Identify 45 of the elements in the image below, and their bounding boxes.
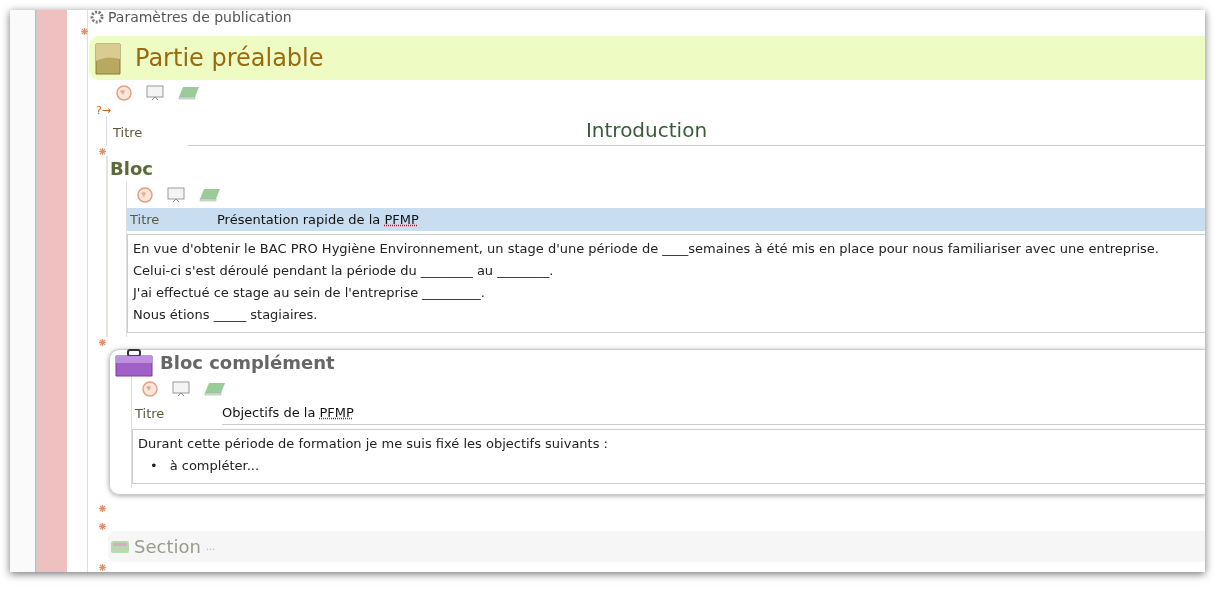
title-text: Objectifs de la bbox=[222, 405, 317, 420]
insert-marker-icon[interactable] bbox=[81, 27, 88, 35]
underlined-word: PFMP bbox=[384, 211, 419, 227]
folder-icon[interactable] bbox=[111, 540, 129, 553]
block-heading: Bloc bbox=[110, 157, 154, 181]
screen-icon[interactable] bbox=[167, 187, 185, 203]
title-text: Présentation rapide de la bbox=[217, 211, 382, 227]
gear-icon[interactable] bbox=[90, 10, 104, 24]
text-area[interactable]: Durant cette période de formation je me suis fixé les objectifs suivants : • à compléter... bbox=[132, 429, 1205, 484]
field-label: Titre bbox=[134, 406, 166, 421]
insert-marker-icon[interactable] bbox=[99, 338, 106, 346]
paragraph: En vue d'obtenir le BAC PRO Hygiène Environnement, un stage d'une période de ____semaines à été mis en place pour nous familiariser avec une entreprise. bbox=[133, 240, 1160, 258]
settings-link[interactable]: Paramètres de publication bbox=[108, 10, 292, 25]
insert-marker-icon[interactable] bbox=[99, 147, 106, 155]
paragraph: Nous étions _____ stagiaires. bbox=[133, 306, 319, 324]
insert-marker-icon[interactable] bbox=[99, 522, 106, 530]
field-label: Titre bbox=[129, 212, 161, 227]
globe-icon[interactable] bbox=[137, 187, 153, 203]
document-icon[interactable] bbox=[95, 41, 121, 75]
insert-marker-icon[interactable] bbox=[99, 504, 106, 512]
underlined-word: PFMP bbox=[319, 405, 354, 420]
screen-icon[interactable] bbox=[146, 85, 164, 101]
help-marker[interactable]: ?→ bbox=[96, 106, 1205, 116]
paragraph: Durant cette période de formation je me suis fixé les objectifs suivants : bbox=[138, 435, 609, 453]
title-field[interactable]: Présentation rapide de la PFMP bbox=[217, 208, 1205, 231]
title-field[interactable]: Objectifs de la PFMP bbox=[222, 402, 1205, 425]
screen-icon[interactable] bbox=[172, 381, 190, 397]
book-icon[interactable] bbox=[199, 188, 221, 202]
globe-icon[interactable] bbox=[116, 85, 132, 101]
bullet-mark: • bbox=[150, 457, 158, 475]
field-label: Titre bbox=[113, 125, 144, 142]
part-title: Partie préalable bbox=[135, 44, 324, 72]
book-icon[interactable] bbox=[204, 382, 226, 396]
title-row[interactable]: Titre Présentation rapide de la PFMP bbox=[127, 208, 1205, 231]
globe-icon[interactable] bbox=[142, 381, 158, 397]
text-area[interactable] bbox=[127, 234, 1205, 333]
paragraph: Celui-ci s'est déroulé pendant la période du ________ au ________. bbox=[133, 262, 555, 280]
toolbox-icon[interactable] bbox=[114, 349, 154, 377]
book-icon[interactable] bbox=[178, 86, 200, 100]
title-field[interactable]: Introduction bbox=[188, 118, 1205, 146]
list-item: à compléter... bbox=[169, 457, 260, 475]
paragraph: J'ai effectué ce stage au sein de l'entreprise _________. bbox=[133, 284, 486, 302]
section-label: Section bbox=[134, 536, 201, 557]
block-heading: Bloc complément bbox=[160, 351, 335, 375]
insert-marker-icon[interactable] bbox=[99, 563, 106, 571]
